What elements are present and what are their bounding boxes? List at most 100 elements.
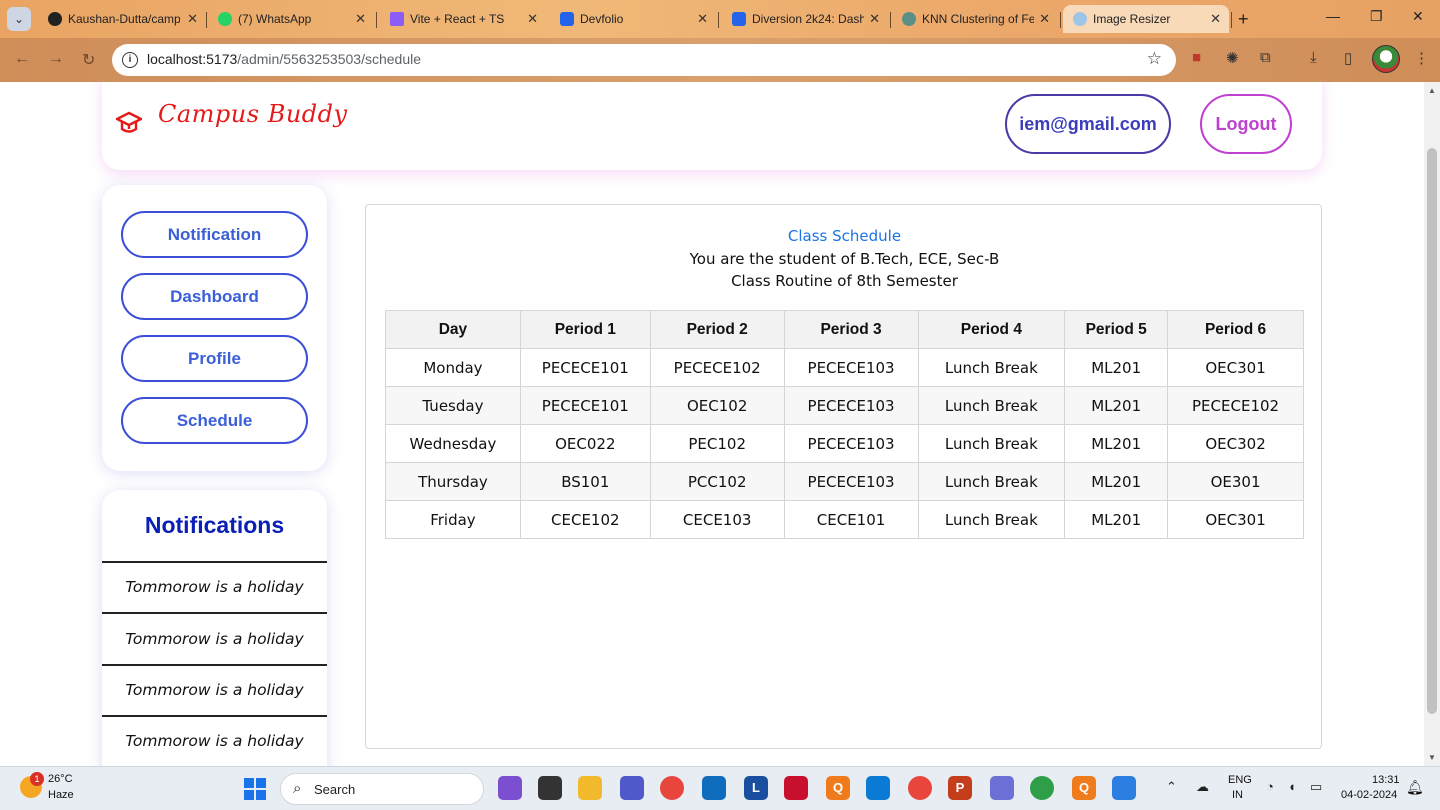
window-close-icon[interactable]: ✕ bbox=[1412, 8, 1424, 25]
language-indicator[interactable]: ENG bbox=[1228, 774, 1252, 786]
chrome-active-icon[interactable] bbox=[908, 776, 932, 800]
vscode-icon[interactable] bbox=[866, 776, 890, 800]
logout-button[interactable]: Logout bbox=[1200, 94, 1292, 154]
close-icon[interactable]: ✕ bbox=[527, 11, 538, 27]
tab-title: Image Resizer bbox=[1093, 12, 1171, 26]
teams-icon[interactable] bbox=[620, 776, 644, 800]
chrome-profile-icon[interactable] bbox=[1030, 776, 1054, 800]
back-arrow-icon[interactable]: ← bbox=[14, 50, 30, 68]
onedrive-cloud-icon[interactable]: ☁ bbox=[1196, 779, 1209, 795]
restore-icon[interactable]: ❐ bbox=[1370, 8, 1383, 25]
notepad-icon[interactable] bbox=[1112, 776, 1136, 800]
tab-image-resizer[interactable]: Image Resizer ✕ bbox=[1063, 5, 1229, 33]
close-icon[interactable]: ✕ bbox=[697, 11, 708, 27]
url-text[interactable]: localhost:5173/admin/5563253503/schedule bbox=[147, 51, 421, 67]
table-cell: PECECE102 bbox=[1167, 386, 1304, 425]
volume-icon[interactable]: ◖ bbox=[1288, 779, 1296, 794]
address-bar[interactable]: i localhost:5173/admin/5563253503/schedu… bbox=[112, 44, 1176, 76]
extension-icon[interactable]: ■ bbox=[1192, 49, 1201, 66]
extension-icon[interactable]: ✺ bbox=[1226, 49, 1239, 67]
user-email-button[interactable]: iem@gmail.com bbox=[1005, 94, 1171, 154]
column-header: Period 3 bbox=[783, 310, 919, 349]
page-scrollbar[interactable]: ▲ ▼ bbox=[1424, 82, 1440, 766]
l-app-icon[interactable]: L bbox=[744, 776, 768, 800]
minimize-icon[interactable]: — bbox=[1326, 8, 1340, 24]
mcafee-icon[interactable] bbox=[784, 776, 808, 800]
q-app-icon[interactable]: Q bbox=[826, 776, 850, 800]
battery-icon[interactable]: ▭ bbox=[1310, 779, 1322, 795]
clock-date[interactable]: 04-02-2024 bbox=[1341, 789, 1397, 801]
table-row: Thursday BS101 PCC102 PECECE103 Lunch Br… bbox=[385, 462, 1304, 501]
tab-devfolio[interactable]: Devfolio ✕ bbox=[550, 5, 716, 33]
table-cell: PECECE103 bbox=[783, 424, 919, 463]
task-view-icon[interactable] bbox=[538, 776, 562, 800]
tab-search-button[interactable]: ⌄ bbox=[7, 7, 31, 31]
notification-item[interactable]: Tommorow is a holiday bbox=[102, 578, 327, 596]
region-indicator[interactable]: IN bbox=[1232, 789, 1243, 801]
notifications-title: Notifications bbox=[144, 512, 285, 538]
tab-title: Diversion 2k24: Dash bbox=[752, 12, 864, 26]
tab-separator bbox=[206, 12, 207, 28]
powerpoint-icon[interactable]: P bbox=[948, 776, 972, 800]
paint-icon[interactable] bbox=[990, 776, 1014, 800]
tab-separator bbox=[718, 12, 719, 28]
tab-title: Devfolio bbox=[580, 12, 624, 26]
table-cell: PECECE103 bbox=[783, 462, 919, 501]
reload-icon[interactable]: ↻ bbox=[82, 50, 95, 70]
notification-item[interactable]: Tommorow is a holiday bbox=[102, 681, 327, 699]
close-icon[interactable]: ✕ bbox=[1210, 11, 1221, 27]
tab-whatsapp[interactable]: (7) WhatsApp ✕ bbox=[208, 5, 374, 33]
bookmark-star-icon[interactable]: ☆ bbox=[1147, 49, 1162, 69]
weather-description[interactable]: Haze bbox=[48, 789, 74, 801]
site-info-icon[interactable]: i bbox=[122, 52, 138, 68]
close-icon[interactable]: ✕ bbox=[355, 11, 366, 27]
weather-temperature[interactable]: 26°C bbox=[48, 773, 73, 785]
routine-caption: Class Routine of 8th Semester bbox=[731, 272, 958, 290]
schedule-panel: Class Schedule You are the student of B.… bbox=[365, 204, 1322, 749]
graduation-cap-icon bbox=[116, 111, 142, 133]
close-icon[interactable]: ✕ bbox=[1039, 11, 1050, 27]
table-cell: PCC102 bbox=[649, 462, 785, 501]
column-header: Period 2 bbox=[649, 310, 785, 349]
download-icon[interactable]: ⤓ bbox=[1310, 49, 1317, 66]
wifi-icon[interactable]: ◔ bbox=[1266, 779, 1274, 794]
notification-item[interactable]: Tommorow is a holiday bbox=[102, 630, 327, 648]
windows-start-button[interactable] bbox=[244, 778, 266, 800]
extensions-puzzle-icon[interactable]: ⧉ bbox=[1260, 49, 1271, 66]
sidebar-item-notification[interactable]: Notification bbox=[121, 211, 308, 258]
scrollbar-thumb[interactable] bbox=[1427, 148, 1437, 714]
table-cell: CECE101 bbox=[783, 500, 919, 539]
mail-icon[interactable] bbox=[702, 776, 726, 800]
new-tab-button[interactable]: + bbox=[1238, 9, 1249, 30]
copilot-icon[interactable] bbox=[498, 776, 522, 800]
scroll-up-icon[interactable]: ▲ bbox=[1428, 86, 1436, 95]
brand-name[interactable]: Campus Buddy bbox=[158, 100, 348, 128]
sidebar-item-profile[interactable]: Profile bbox=[121, 335, 308, 382]
close-icon[interactable]: ✕ bbox=[187, 11, 198, 27]
sidebar-item-dashboard[interactable]: Dashboard bbox=[121, 273, 308, 320]
scroll-down-icon[interactable]: ▼ bbox=[1428, 753, 1436, 762]
notifications-panel: Notifications Tommorow is a holiday Tomm… bbox=[102, 490, 327, 766]
q-app-icon-2[interactable]: Q bbox=[1072, 776, 1096, 800]
table-cell: Tuesday bbox=[385, 386, 521, 425]
close-icon[interactable]: ✕ bbox=[869, 11, 880, 27]
clock-time[interactable]: 13:31 bbox=[1372, 774, 1400, 786]
chevron-up-icon[interactable]: ⌃ bbox=[1166, 779, 1177, 795]
menu-kebab-icon[interactable]: ⋮ bbox=[1414, 49, 1429, 67]
taskbar-search[interactable]: ⌕ Search bbox=[280, 773, 484, 805]
chrome-icon[interactable] bbox=[660, 776, 684, 800]
tab-diversion[interactable]: Diversion 2k24: Dash ✕ bbox=[722, 5, 888, 33]
profile-avatar[interactable] bbox=[1372, 45, 1400, 73]
notification-item[interactable]: Tommorow is a holiday bbox=[102, 732, 327, 750]
tab-github[interactable]: Kaushan-Dutta/camp ✕ bbox=[38, 5, 206, 33]
divider bbox=[102, 664, 327, 666]
forward-arrow-icon[interactable]: → bbox=[48, 50, 64, 68]
file-explorer-icon[interactable] bbox=[578, 776, 602, 800]
tab-vite[interactable]: Vite + React + TS ✕ bbox=[380, 5, 546, 33]
notification-bell-icon[interactable]: 🔔︎ bbox=[1406, 779, 1424, 796]
sidebar-item-schedule[interactable]: Schedule bbox=[121, 397, 308, 444]
tab-separator bbox=[1231, 12, 1232, 28]
side-panel-icon[interactable]: ▯ bbox=[1344, 49, 1352, 67]
tab-knn[interactable]: KNN Clustering of Fe ✕ bbox=[892, 5, 1058, 33]
openai-icon bbox=[902, 12, 916, 26]
